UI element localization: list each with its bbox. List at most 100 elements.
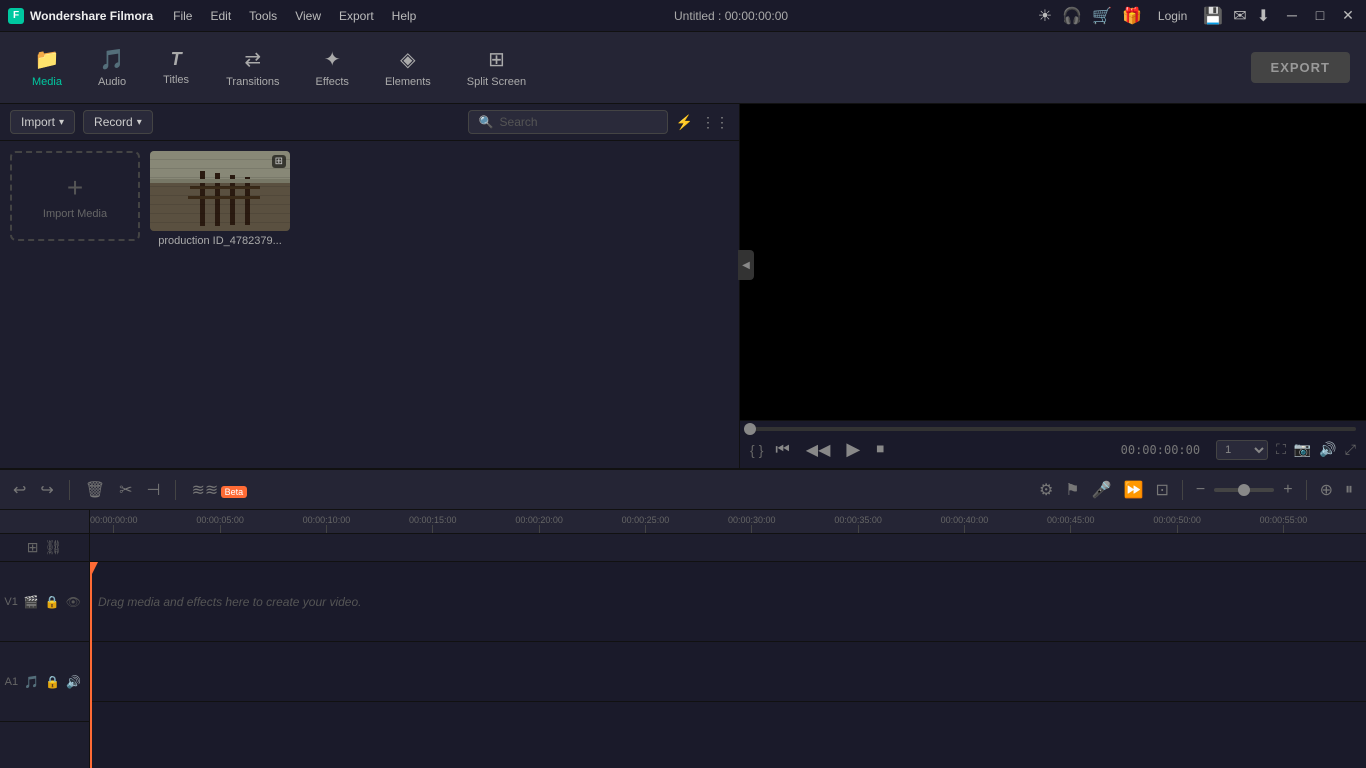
zoom-slider[interactable] <box>1214 488 1274 492</box>
ruler-mark: 00:00:55:00 <box>1260 515 1308 533</box>
timeline-speed-button[interactable]: ⏩ <box>1121 477 1147 503</box>
menu-edit[interactable]: Edit <box>202 7 239 25</box>
plus-icon: + <box>67 172 83 204</box>
import-media-tile[interactable]: + Import Media <box>10 151 140 241</box>
mail-icon[interactable]: ✉ <box>1233 6 1246 26</box>
timeline-ruler: 00:00:00:0000:00:05:0000:00:10:0000:00:1… <box>90 510 1366 534</box>
playback-rate-select[interactable]: 1/16 1/8 1/4 1/2 1 2 <box>1216 440 1268 460</box>
filter-icon[interactable]: ⚡ <box>676 114 693 131</box>
grid-view-icon[interactable]: ⋮⋮ <box>701 114 729 131</box>
media-item-label: production ID_4782379... <box>158 235 282 247</box>
timeline-pause-button[interactable]: ⏸ <box>1342 478 1356 502</box>
play-button[interactable]: ▶ <box>842 437 864 462</box>
menu-view[interactable]: View <box>287 7 329 25</box>
fit-screen-button[interactable]: ⤢ <box>1345 441 1356 458</box>
timeline-settings-button[interactable]: ⚙ <box>1036 477 1056 503</box>
ruler-label: 00:00:10:00 <box>303 515 351 525</box>
panel-collapse-arrow[interactable]: ◀ <box>738 250 754 280</box>
fullscreen-button[interactable]: ⛶ <box>1276 441 1286 458</box>
delete-button[interactable]: 🗑 <box>82 477 108 503</box>
cart-icon[interactable]: 🛒 <box>1092 6 1112 26</box>
audio-track-lock[interactable]: 🔒 <box>45 675 60 689</box>
preview-screen <box>740 104 1366 420</box>
menu-export[interactable]: Export <box>331 7 382 25</box>
maximize-button[interactable]: □ <box>1310 7 1330 24</box>
ruler-tick <box>326 525 327 533</box>
step-back-button[interactable]: ⏮ <box>771 439 793 461</box>
menu-tools[interactable]: Tools <box>241 7 285 25</box>
audio-track-header: A1 🎵 🔒 🔊 <box>0 642 89 722</box>
video-track-lock[interactable]: 🔒 <box>45 595 60 609</box>
end-mark-label: } <box>759 442 764 458</box>
undo-button[interactable]: ↩ <box>10 477 29 503</box>
zoom-thumb[interactable] <box>1238 484 1250 496</box>
redo-button[interactable]: ↪ <box>37 477 56 503</box>
app-logo: F Wondershare Filmora <box>8 8 153 24</box>
audio-track-volume[interactable]: 🔊 <box>66 675 81 689</box>
toolbar-separator-3 <box>1182 480 1183 500</box>
search-box[interactable]: 🔍 Search <box>468 110 668 134</box>
tool-elements[interactable]: ◈ Elements <box>369 41 447 94</box>
minimize-button[interactable]: ─ <box>1282 7 1302 24</box>
tool-split-screen[interactable]: ⊞ Split Screen <box>451 41 542 94</box>
link-icon[interactable]: ⛓ <box>44 539 62 556</box>
audio-detach-button[interactable]: ⚑ <box>1062 477 1082 503</box>
zoom-out-icon[interactable]: − <box>1193 478 1208 502</box>
titles-icon: T <box>171 49 182 70</box>
frame-back-button[interactable]: ◀◀ <box>802 438 835 462</box>
stop-button[interactable]: ⏹ <box>872 439 888 461</box>
gift-icon[interactable]: 🎁 <box>1122 6 1142 26</box>
tool-titles-label: Titles <box>163 74 189 86</box>
titlebar: F Wondershare Filmora File Edit Tools Vi… <box>0 0 1366 32</box>
preview-progress-bar[interactable] <box>750 427 1356 431</box>
zoom-in-icon[interactable]: + <box>1280 478 1295 502</box>
menu-help[interactable]: Help <box>384 7 425 25</box>
record-dropdown[interactable]: Record <box>83 110 153 134</box>
tool-titles[interactable]: T Titles <box>146 43 206 92</box>
volume-button[interactable]: 🔊 <box>1319 441 1336 458</box>
video-track-lane[interactable]: Drag media and effects here to create yo… <box>90 562 1366 642</box>
tool-transitions[interactable]: ⇄ Transitions <box>210 41 295 94</box>
download-icon[interactable]: ⬇ <box>1257 6 1270 26</box>
snapshot-button[interactable]: 📷 <box>1294 441 1311 458</box>
ruler-label: 00:00:50:00 <box>1153 515 1201 525</box>
tool-effects[interactable]: ✦ Effects <box>300 41 365 94</box>
main-area: Import Record 🔍 Search ⚡ ⋮⋮ + Import Med… <box>0 104 1366 468</box>
export-button[interactable]: EXPORT <box>1251 52 1350 83</box>
progress-thumb[interactable] <box>744 423 756 435</box>
save-icon[interactable]: 💾 <box>1203 6 1223 26</box>
timeline-crop-button[interactable]: ⊡ <box>1152 477 1171 503</box>
audio-stretch-button[interactable]: ≋≋ <box>188 477 221 503</box>
track-area: Drag media and effects here to create yo… <box>90 562 1366 768</box>
audio-track-lane[interactable] <box>90 642 1366 702</box>
menu-file[interactable]: File <box>165 7 200 25</box>
video-track-header: V1 🎬 🔒 👁 <box>0 562 89 642</box>
transitions-icon: ⇄ <box>244 47 261 72</box>
split-button[interactable]: ⊣ <box>144 477 164 503</box>
ruler-tick <box>432 525 433 533</box>
mark-controls: { } <box>750 442 763 458</box>
audio-icon: 🎵 <box>100 47 125 72</box>
add-timeline-track-button[interactable]: ⊕ <box>1317 477 1336 503</box>
ruler-label: 00:00:05:00 <box>196 515 244 525</box>
ruler-tick <box>1070 525 1071 533</box>
sun-icon[interactable]: ☀ <box>1038 6 1052 26</box>
add-media-to-timeline-icon[interactable]: ⊞ <box>27 539 39 556</box>
ruler-tick <box>220 525 221 533</box>
playhead[interactable] <box>90 562 92 768</box>
voiceover-button[interactable]: 🎤 <box>1089 477 1115 503</box>
start-mark-label: { <box>750 442 755 458</box>
close-button[interactable]: ✕ <box>1338 7 1358 24</box>
import-dropdown[interactable]: Import <box>10 110 75 134</box>
tool-audio[interactable]: 🎵 Audio <box>82 41 142 94</box>
video-track-visibility[interactable]: 👁 <box>66 595 81 609</box>
tool-media[interactable]: 📁 Media <box>16 41 78 94</box>
import-tile-label: Import Media <box>43 208 107 220</box>
cut-button[interactable]: ✂ <box>116 477 135 503</box>
headphones-icon[interactable]: 🎧 <box>1062 6 1082 26</box>
login-button[interactable]: Login <box>1152 7 1193 25</box>
tool-elements-label: Elements <box>385 76 431 88</box>
media-content: + Import Media <box>0 141 739 468</box>
media-thumbnail[interactable]: ⊞ production ID_4782379... <box>150 151 290 247</box>
ruler-mark: 00:00:15:00 <box>409 515 457 533</box>
